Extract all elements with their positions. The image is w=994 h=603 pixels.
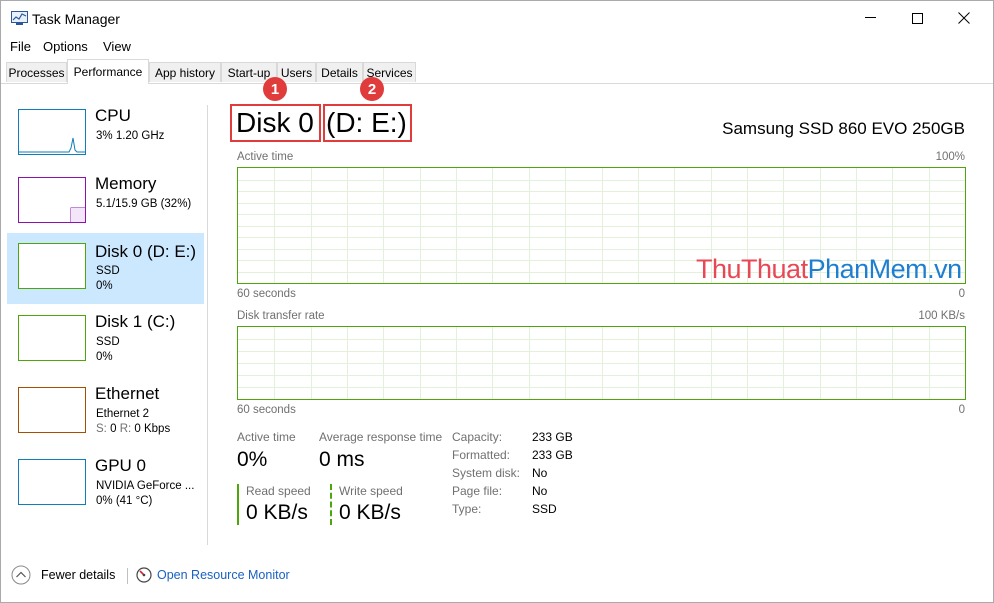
maximize-button[interactable] bbox=[894, 1, 940, 35]
menu-options[interactable]: Options bbox=[43, 39, 88, 54]
type-value: SSD bbox=[532, 502, 557, 516]
write-speed-label: Write speed bbox=[339, 484, 403, 498]
transfer-rate-graph-max: 100 KB/s bbox=[918, 310, 965, 322]
formatted-label: Formatted: bbox=[452, 448, 511, 462]
watermark: ThuThuatPhanMem.vn bbox=[696, 254, 962, 285]
capacity-value: 233 GB bbox=[532, 430, 573, 444]
chevron-up-circle-icon bbox=[11, 565, 31, 585]
active-time-graph-max: 100% bbox=[935, 151, 965, 163]
system-disk-value: No bbox=[532, 466, 548, 480]
sidebar-item-usage: 0% (41 °C) bbox=[96, 495, 153, 507]
sidebar-divider bbox=[207, 105, 208, 545]
avg-response-label: Average response time bbox=[319, 430, 443, 444]
page-file-value: No bbox=[532, 484, 548, 498]
resource-monitor-icon bbox=[136, 567, 152, 583]
send-value: 0 bbox=[110, 423, 117, 435]
minimize-button[interactable] bbox=[848, 1, 894, 35]
disk-model: Samsung SSD 860 EVO 250GB bbox=[722, 119, 965, 138]
transfer-rate-graph-min: 0 bbox=[958, 404, 965, 416]
tab-details[interactable]: Details bbox=[316, 62, 363, 82]
tab-strip: Processes Performance App history Start-… bbox=[1, 59, 993, 84]
sidebar-item-detail: 5.1/15.9 GB (32%) bbox=[96, 198, 192, 210]
window-title: Task Manager bbox=[32, 11, 120, 27]
sidebar-item-label: Ethernet bbox=[95, 384, 160, 403]
sidebar-item-detail: Ethernet 2 bbox=[96, 408, 150, 420]
callout-badge-1: 1 bbox=[263, 77, 287, 101]
callout-box-2 bbox=[323, 104, 412, 142]
active-time-label: Active time bbox=[237, 430, 296, 444]
watermark-part: Thuat bbox=[741, 254, 808, 284]
sidebar-item-detail: NVIDIA GeForce ... bbox=[96, 480, 195, 492]
callout-box-1 bbox=[230, 104, 321, 142]
transfer-rate-graph-duration: 60 seconds bbox=[237, 404, 296, 416]
receive-value: 0 Kbps bbox=[134, 423, 171, 435]
sidebar-item-label: Disk 0 (D: E:) bbox=[95, 242, 197, 261]
system-disk-label: System disk: bbox=[452, 466, 521, 480]
sidebar-item-gpu-0[interactable]: GPU 0 NVIDIA GeForce ... 0% (41 °C) bbox=[7, 455, 204, 519]
write-speed-indicator bbox=[330, 484, 332, 525]
read-speed-value: 0 KB/s bbox=[246, 501, 308, 524]
receive-label: R: bbox=[119, 423, 132, 435]
transfer-rate-graph-label: Disk transfer rate bbox=[237, 310, 325, 322]
task-manager-icon bbox=[11, 11, 28, 25]
task-manager-window: Task Manager File Options View Processes… bbox=[0, 0, 994, 603]
avg-response-value: 0 ms bbox=[319, 448, 365, 471]
menu-file[interactable]: File bbox=[10, 39, 31, 54]
fewer-details-label: Fewer details bbox=[41, 568, 116, 582]
capacity-label: Capacity: bbox=[452, 430, 503, 444]
sidebar-item-label: GPU 0 bbox=[95, 456, 147, 475]
formatted-value: 233 GB bbox=[532, 448, 573, 462]
sidebar-item-label: CPU bbox=[95, 106, 131, 125]
menu-view[interactable]: View bbox=[103, 39, 131, 54]
footer-separator bbox=[127, 568, 128, 584]
sidebar-item-label: Disk 1 (C:) bbox=[95, 312, 176, 331]
page-file-label: Page file: bbox=[452, 484, 503, 498]
read-speed-label: Read speed bbox=[246, 484, 311, 498]
active-time-value: 0% bbox=[237, 448, 268, 471]
sidebar-item-detail: 3% 1.20 GHz bbox=[96, 130, 165, 142]
sidebar-item-disk-0[interactable]: Disk 0 (D: E:) SSD 0% bbox=[7, 233, 204, 304]
sidebar-item-ethernet[interactable]: Ethernet Ethernet 2 S: 0 R: 0 Kbps bbox=[7, 383, 204, 447]
sidebar-item-label: Memory bbox=[95, 174, 157, 193]
disk-0-thumbnail-graph bbox=[18, 243, 86, 289]
footer: Fewer details Open Resource Monitor bbox=[1, 561, 993, 591]
watermark-part: Thu bbox=[696, 254, 742, 284]
watermark-part: .vn bbox=[927, 254, 962, 284]
disk-1-thumbnail-graph bbox=[18, 315, 86, 361]
tab-performance[interactable]: Performance bbox=[67, 59, 149, 84]
cpu-thumbnail-graph bbox=[18, 109, 86, 155]
open-resource-monitor-label: Open Resource Monitor bbox=[157, 568, 290, 582]
transfer-rate-graph-grid bbox=[238, 327, 965, 399]
sidebar-item-usage: 0% bbox=[96, 351, 113, 363]
close-button[interactable] bbox=[941, 1, 987, 35]
sidebar-item-disk-1[interactable]: Disk 1 (C:) SSD 0% bbox=[7, 311, 204, 375]
write-speed-value: 0 KB/s bbox=[339, 501, 401, 524]
sidebar-item-memory[interactable]: Memory 5.1/15.9 GB (32%) bbox=[7, 173, 204, 237]
maximize-icon bbox=[911, 12, 923, 24]
ethernet-thumbnail-graph bbox=[18, 387, 86, 433]
watermark-part: Mem bbox=[868, 254, 928, 284]
active-time-graph-label: Active time bbox=[237, 151, 294, 163]
type-label: Type: bbox=[452, 502, 482, 516]
send-label: S: bbox=[96, 423, 107, 435]
gpu-thumbnail-graph bbox=[18, 459, 86, 505]
read-speed-indicator bbox=[237, 484, 239, 525]
tab-processes[interactable]: Processes bbox=[6, 62, 67, 82]
sidebar-item-usage: 0% bbox=[96, 280, 113, 292]
sidebar-item-detail: SSD bbox=[96, 336, 120, 348]
transfer-rate-graph bbox=[237, 326, 966, 400]
minimize-icon bbox=[865, 17, 876, 18]
title-bar[interactable]: Task Manager bbox=[1, 1, 993, 35]
memory-thumbnail-graph bbox=[18, 177, 86, 223]
sidebar-item-detail: SSD bbox=[96, 265, 120, 277]
tab-app-history[interactable]: App history bbox=[149, 62, 221, 82]
active-time-graph-min: 0 bbox=[958, 288, 965, 300]
callout-badge-2: 2 bbox=[360, 77, 384, 101]
active-time-graph-duration: 60 seconds bbox=[237, 288, 296, 300]
sidebar-item-cpu[interactable]: CPU 3% 1.20 GHz bbox=[7, 105, 204, 169]
close-icon bbox=[958, 12, 970, 24]
watermark-part: Phan bbox=[807, 254, 870, 284]
sidebar-item-throughput: S: 0 R: 0 Kbps bbox=[96, 423, 170, 435]
